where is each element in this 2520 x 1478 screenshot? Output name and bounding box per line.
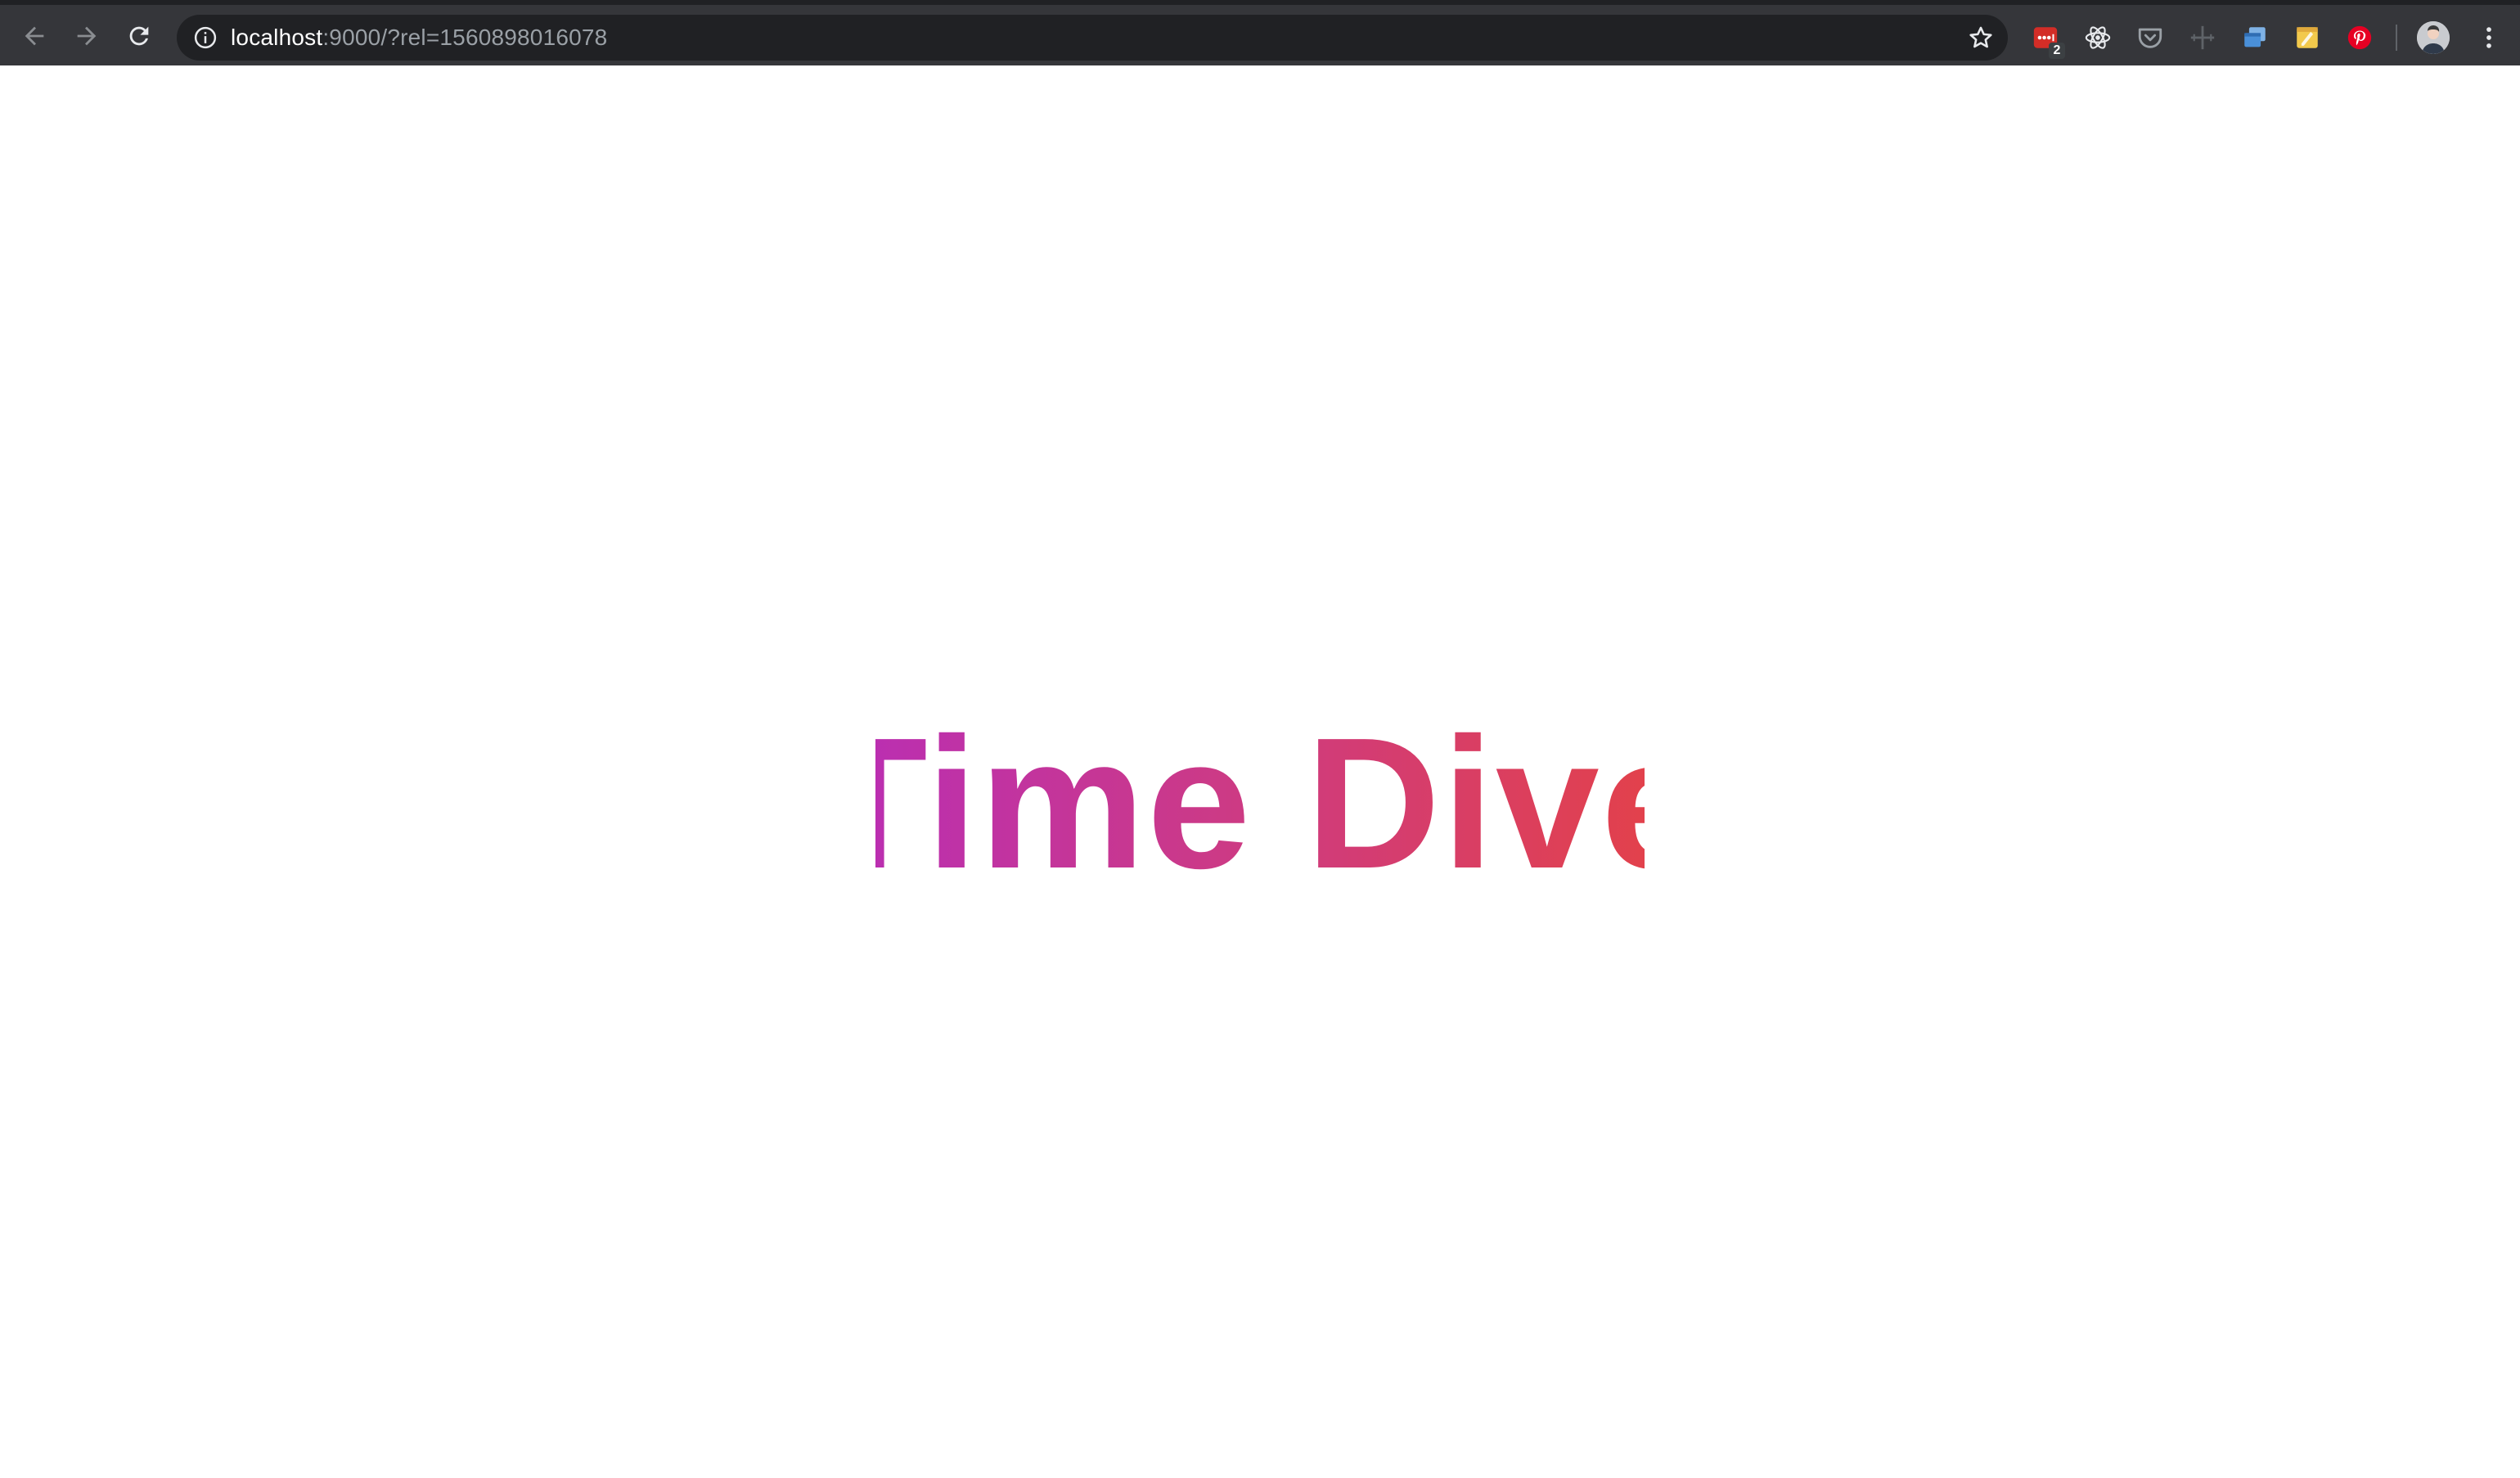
notes-extension-button[interactable]	[2293, 23, 2322, 52]
address-bar[interactable]: localhost:9000/?rel=1560898016078	[177, 15, 2008, 61]
star-icon[interactable]	[1967, 24, 1995, 52]
browser-menu-button[interactable]	[2473, 21, 2505, 54]
browser-toolbar: localhost:9000/?rel=1560898016078 2	[0, 0, 2520, 65]
page-title: Time Dive	[0, 697, 2520, 910]
pocket-extension-icon	[2138, 28, 2162, 48]
react-devtools-extension-button[interactable]	[2083, 23, 2113, 52]
pocket-extension-button[interactable]	[2135, 23, 2165, 52]
back-button[interactable]	[16, 18, 52, 54]
three-dot-menu-icon	[2486, 27, 2491, 48]
forward-arrow-icon	[77, 26, 97, 46]
reload-icon	[129, 26, 149, 46]
profile-avatar[interactable]	[2417, 21, 2450, 54]
reload-button[interactable]	[121, 18, 157, 54]
forward-button[interactable]	[69, 18, 105, 54]
ruler-extension-icon	[2190, 25, 2215, 50]
avatar-icon	[2417, 21, 2450, 54]
pinterest-extension-icon	[2347, 25, 2372, 50]
url-path: :9000/?rel=1560898016078	[322, 25, 608, 50]
back-arrow-icon	[25, 26, 44, 46]
url-text[interactable]: localhost:9000/?rel=1560898016078	[231, 15, 607, 61]
lastpass-extension-button[interactable]: 2	[2031, 23, 2065, 59]
notes-extension-icon	[2297, 27, 2318, 48]
window-resizer-extension-button[interactable]	[2240, 23, 2270, 52]
react-devtools-extension-icon	[2085, 26, 2111, 49]
page-content: Time Dive	[0, 65, 2520, 1478]
pinterest-extension-button[interactable]	[2345, 23, 2374, 52]
info-icon[interactable]	[193, 25, 218, 50]
url-host: localhost	[231, 25, 323, 50]
ruler-extension-button[interactable]	[2188, 23, 2217, 52]
toolbar-divider	[2396, 25, 2397, 51]
extension-badge: 2	[2049, 43, 2065, 59]
window-resizer-extension-icon	[2244, 27, 2266, 47]
